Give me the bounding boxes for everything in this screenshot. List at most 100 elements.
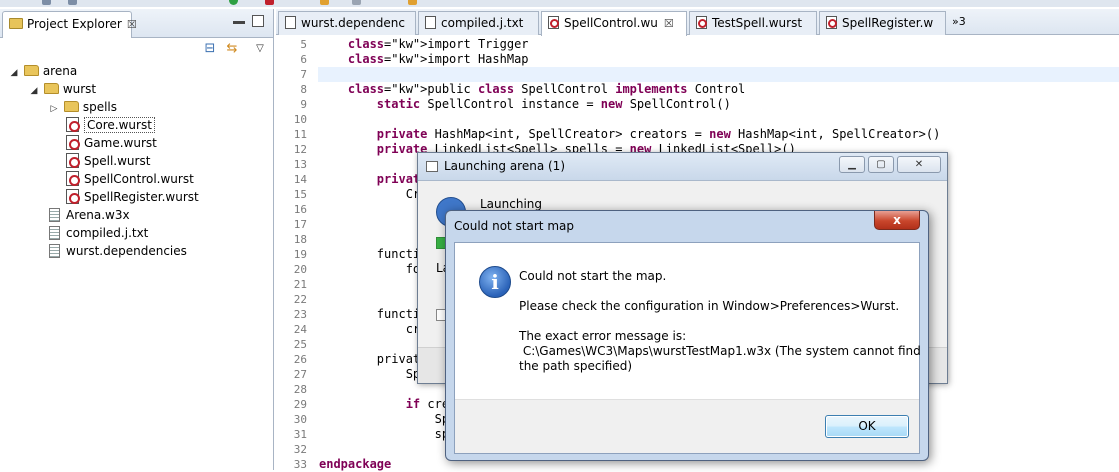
wurst-file-icon (66, 189, 80, 204)
maximize-button[interactable]: ▢ (868, 156, 894, 173)
code-line: functi (319, 307, 421, 321)
run-icon[interactable] (229, 0, 238, 5)
folder-icon (63, 101, 79, 112)
expanded-twisty-icon[interactable]: ◢ (8, 64, 20, 82)
line-number: 11 (293, 128, 307, 141)
toolbar-icon[interactable] (352, 0, 361, 5)
line-number: 29 (293, 398, 307, 411)
line-number: 17 (293, 218, 307, 231)
tree-item-spells[interactable]: ▷ spells (48, 98, 117, 116)
dialog-footer: OK (455, 399, 919, 453)
tree-item-label: spells (82, 100, 117, 114)
line-number: 10 (293, 113, 307, 126)
project-explorer-view: Project Explorer ☒ ⊟ ⇆ ▽ ◢ arena ◢ wurst … (0, 9, 274, 470)
toolbar-icon[interactable] (408, 0, 417, 5)
plain-file-icon (285, 16, 296, 29)
minimize-icon[interactable] (233, 21, 245, 24)
tab-project-explorer[interactable]: Project Explorer ☒ (2, 11, 137, 38)
collapse-all-icon[interactable]: ⊟ (202, 41, 218, 57)
error-message-line: the path specified) (519, 359, 633, 373)
tree-item-core-wurst[interactable]: Core.wurst (66, 116, 155, 134)
code-line: functi (319, 247, 421, 261)
tree-item-label: Game.wurst (84, 136, 157, 150)
wurst-file-icon (548, 16, 559, 29)
wurst-file-icon (66, 117, 80, 132)
tree-item-spell-wurst[interactable]: Spell.wurst (66, 152, 150, 170)
maximize-icon[interactable] (252, 15, 264, 27)
ok-button[interactable]: OK (825, 415, 909, 438)
editor-tab-bar: wurst.dependenc compiled.j.txt SpellCont… (276, 9, 1119, 36)
tab-spellregister-wurst[interactable]: SpellRegister.w (819, 11, 946, 35)
tree-item-arena-w3x[interactable]: Arena.w3x (49, 206, 130, 224)
tab-testspell-wurst[interactable]: TestSpell.wurst (689, 11, 817, 35)
close-icon[interactable]: ☒ (127, 18, 137, 31)
expanded-twisty-icon[interactable]: ◢ (28, 82, 40, 100)
line-number: 14 (293, 173, 307, 186)
close-icon[interactable]: ☒ (664, 17, 674, 30)
tree-item-game-wurst[interactable]: Game.wurst (66, 134, 157, 152)
line-number: 30 (293, 413, 307, 426)
view-menu-icon[interactable]: ▽ (252, 41, 268, 57)
code-line: cr (319, 322, 421, 336)
stop-icon[interactable] (265, 0, 274, 5)
minimize-button[interactable]: ▁ (839, 156, 865, 173)
line-number: 24 (293, 323, 307, 336)
tab-label: Project Explorer (27, 17, 122, 31)
code-line: if cre (405, 397, 450, 411)
tree-item-label: Spell.wurst (84, 154, 151, 168)
window-icon (426, 161, 438, 172)
toolbar-icon[interactable] (42, 0, 51, 5)
close-button[interactable]: x (874, 211, 920, 230)
tree-item-label: arena (42, 64, 78, 78)
tab-wurst-dependencies[interactable]: wurst.dependenc (278, 11, 416, 35)
error-message-line: C:\Games\WC3\Maps\wurstTestMap1.w3x (The… (519, 344, 921, 358)
tab-spellcontrol-wurst[interactable]: SpellControl.wu ☒ (541, 11, 687, 36)
line-number: 16 (293, 203, 307, 216)
tree-item-label: Core.wurst (84, 117, 155, 133)
tree-item-arena[interactable]: ◢ arena (8, 62, 78, 82)
code-line: Sp (319, 367, 421, 381)
toolbar-icon[interactable] (68, 0, 77, 5)
tab-label: compiled.j.txt (441, 16, 524, 30)
main-toolbar-strip (0, 0, 1119, 7)
link-with-editor-icon[interactable]: ⇆ (224, 41, 240, 57)
tab-label: SpellRegister.w (842, 16, 934, 30)
more-tabs-button[interactable]: »3 (952, 15, 966, 28)
code-line: static SpellControl instance = new Spell… (376, 97, 731, 111)
line-number: 7 (300, 68, 307, 81)
toolbar-icon[interactable] (320, 0, 329, 5)
code-line: fo (319, 262, 421, 276)
tab-label: TestSpell.wurst (712, 16, 803, 30)
tab-compiled-j-txt[interactable]: compiled.j.txt (418, 11, 539, 35)
close-button[interactable]: ✕ (897, 156, 941, 173)
collapsed-twisty-icon[interactable]: ▷ (48, 100, 60, 118)
error-message-line: Could not start the map. (519, 269, 667, 283)
error-dialog: Could not start map x i Could not start … (445, 210, 929, 461)
line-number: 8 (300, 83, 307, 96)
tab-label: wurst.dependenc (301, 16, 405, 30)
plain-file-icon (49, 244, 60, 258)
line-number: 21 (293, 278, 307, 291)
dialog-title: Could not start map (454, 219, 574, 233)
line-number: 15 (293, 188, 307, 201)
line-number: 31 (293, 428, 307, 441)
line-number: 12 (293, 143, 307, 156)
tree-item-spellregister-wurst[interactable]: SpellRegister.wurst (66, 188, 199, 206)
tree-item-label: SpellRegister.wurst (84, 190, 199, 204)
plain-file-icon (49, 226, 60, 240)
tree-item-wurst[interactable]: ◢ wurst (28, 80, 97, 100)
tree-item-wurst-dependencies[interactable]: wurst.dependencies (49, 242, 187, 260)
line-number: 23 (293, 308, 307, 321)
tree-item-compiled-j-txt[interactable]: compiled.j.txt (49, 224, 148, 242)
dialog-title-bar: Launching arena (1) ▁ ▢ ✕ (418, 153, 947, 181)
tree-item-spellcontrol-wurst[interactable]: SpellControl.wurst (66, 170, 194, 188)
line-number: 6 (300, 53, 307, 66)
line-number: 28 (293, 383, 307, 396)
line-number: 18 (293, 233, 307, 246)
code-line: sp (319, 427, 450, 441)
line-number-gutter: 5 6 7 8 9 10 11 12 13 14 15 16 17 18 19 20 21 22 23 24 25 26 2… (276, 35, 310, 471)
tree-item-label: wurst.dependencies (66, 244, 187, 258)
wurst-file-icon (66, 135, 80, 150)
code-line: private HashMap<int, SpellCreator> creat… (376, 127, 941, 141)
code-line: privat (319, 352, 421, 366)
